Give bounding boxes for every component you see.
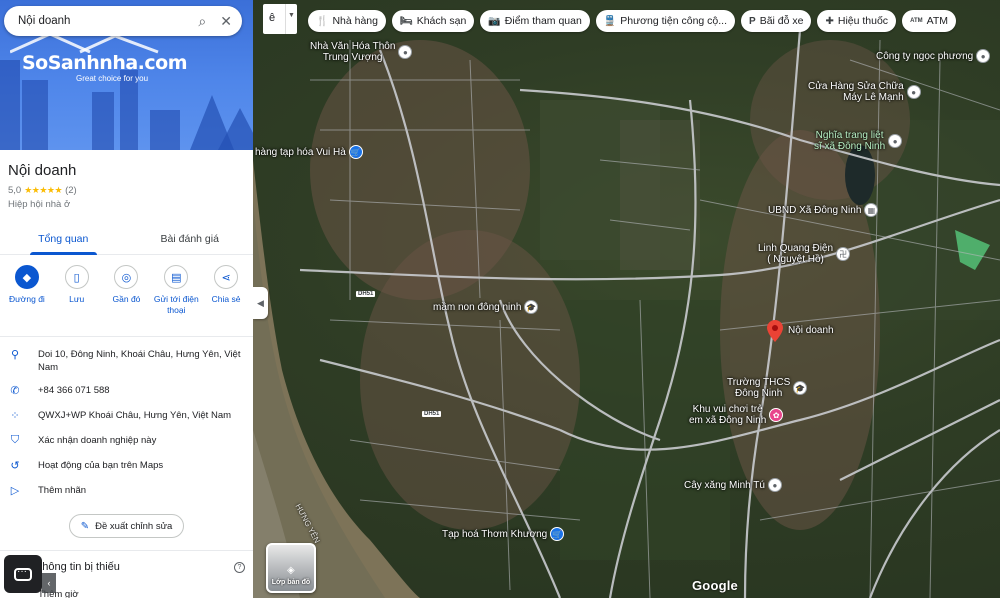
watermark-logo: SoSanhnha.com <box>22 52 188 74</box>
action-buttons: ◆ Đường đi ▯ Lưu ◎ Gần đó ▤ Gửi tới điện… <box>0 255 253 337</box>
poi-truong-thcs[interactable]: Trường THCS Đông Ninh 🎓 <box>727 377 808 399</box>
search-box[interactable]: ⌕ ✕ <box>4 6 242 36</box>
poi-pin-icon: ● <box>767 478 782 492</box>
chat-bubble-icon <box>14 566 32 581</box>
poi-nha-van-hoa[interactable]: Nhà Văn Hóa Thôn Trung Vượng ● <box>310 41 413 63</box>
school-icon: 🎓 <box>524 300 539 314</box>
address-row[interactable]: ⚲ Doi 10, Đông Ninh, Khoái Châu, Hưng Yê… <box>0 343 253 379</box>
government-building-icon: ▦ <box>864 203 879 217</box>
maps-activity-row[interactable]: ↺ Hoạt động của bạn trên Maps <box>0 454 253 479</box>
search-input[interactable] <box>18 15 185 27</box>
poi-cua-hang-sua-chua[interactable]: Cửa Hàng Sửa Chữa Máy Lê Mạnh ● <box>808 81 921 103</box>
search-icon[interactable]: ⌕ <box>198 13 206 30</box>
selected-place-pin[interactable] <box>767 320 783 347</box>
location-pin-icon: ⚲ <box>10 349 20 361</box>
selected-place-label: Nội doanh <box>788 325 834 336</box>
parking-icon: P <box>749 15 756 27</box>
google-logo: Google <box>692 578 738 593</box>
chip-transit[interactable]: 🚆 Phương tiện công cộ... <box>595 10 736 32</box>
plus-code-row[interactable]: ⁘ QWXJ+WP Khoái Châu, Hưng Yên, Việt Nam <box>0 404 253 429</box>
rating-value: 5,0 <box>8 185 22 196</box>
place-panel: SoSanhnha.com Great choice for you ⌕ ✕ N… <box>0 0 253 598</box>
playground-icon: ✿ <box>769 408 784 422</box>
chevron-left-icon[interactable]: ‹ <box>42 573 56 593</box>
verify-business-row[interactable]: ⛉ Xác nhận doanh nghiệp này <box>0 429 253 454</box>
poi-khu-vui-choi[interactable]: Khu vui chơi trẻ em xã Đông Ninh ✿ <box>689 404 784 426</box>
share-button[interactable]: ⋖ Chia sẻ <box>203 265 249 336</box>
close-icon[interactable]: ✕ <box>220 13 232 30</box>
chip-hotel[interactable]: 🛏 Khách sạn <box>392 10 475 32</box>
place-header: Nội doanh 5,0 ★★★★★ (2) Hiệp hội nhà ở <box>0 150 253 210</box>
review-count[interactable]: (2) <box>65 185 77 196</box>
road-label-dh51: DH51 <box>356 291 376 297</box>
poi-pin-icon: ● <box>398 45 413 59</box>
poi-mam-non[interactable]: mầm non đông ninh 🎓 <box>433 300 539 314</box>
poi-tap-hoa-thom-khuong[interactable]: Tạp hoá Thơm Khương 🛒 <box>442 527 565 541</box>
help-icon[interactable]: ? <box>234 561 245 573</box>
suggest-edit-button[interactable]: ✎ Đề xuất chỉnh sửa <box>68 514 185 538</box>
send-to-phone-icon: ▤ <box>164 265 189 289</box>
star-rating-icon: ★★★★★ <box>24 185 63 195</box>
label-icon: ▷ <box>10 485 20 497</box>
chip-parking[interactable]: P Bãi đỗ xe <box>741 10 812 32</box>
watermark-tagline: Great choice for you <box>76 74 149 83</box>
history-icon: ↺ <box>10 460 20 472</box>
road-label-dh51: DH51 <box>422 411 442 417</box>
chip-restaurant[interactable]: 🍴 Nhà hàng <box>308 10 386 32</box>
poi-cay-xang[interactable]: Cây xăng Minh Tú ● <box>684 478 782 492</box>
add-label-row[interactable]: ▷ Thêm nhãn <box>0 479 253 504</box>
share-icon: ⋖ <box>214 265 239 289</box>
shopping-cart-icon: 🛒 <box>348 145 363 159</box>
phone-icon: ✆ <box>10 385 20 397</box>
red-pin-icon <box>767 320 783 342</box>
transit-icon: 🚆 <box>603 15 617 27</box>
chip-attractions[interactable]: 📷 Điểm tham quan <box>480 10 590 32</box>
place-title: Nội doanh <box>8 162 77 179</box>
category-chips: 🍴 Nhà hàng 🛏 Khách sạn 📷 Điểm tham quan … <box>308 10 957 32</box>
send-to-phone-button[interactable]: ▤ Gửi tới điện thoại <box>153 265 199 336</box>
poi-pin-icon: ● <box>888 134 903 148</box>
tab-reviews[interactable]: Bài đánh giá <box>127 224 254 254</box>
place-info: ⚲ Doi 10, Đông Ninh, Khoái Châu, Hưng Yê… <box>0 337 253 504</box>
restaurant-icon: 🍴 <box>316 15 329 27</box>
atm-icon: ATM <box>910 18 923 24</box>
language-button[interactable]: ê ▼ <box>263 4 297 34</box>
shopping-cart-icon: 🛒 <box>550 527 565 541</box>
pencil-icon: ✎ <box>80 520 90 532</box>
place-photo[interactable]: SoSanhnha.com Great choice for you ⌕ ✕ <box>0 0 253 150</box>
pharmacy-icon: ✚ <box>825 15 834 27</box>
bookmark-icon: ▯ <box>64 265 89 289</box>
layers-button[interactable]: ◈ Lớp bản đồ <box>266 543 316 593</box>
poi-tap-hoa-vui-ha[interactable]: hàng tạp hóa Vui Hà 🛒 <box>255 145 363 159</box>
layers-icon: ◈ <box>287 565 295 576</box>
poi-pin-icon: ● <box>976 49 991 63</box>
chip-pharmacy[interactable]: ✚ Hiệu thuốc <box>817 10 897 32</box>
chevron-left-icon: ◀ <box>257 297 264 308</box>
nearby-button[interactable]: ◎ Gần đó <box>103 265 149 336</box>
directions-icon: ◆ <box>14 265 39 289</box>
tab-overview[interactable]: Tổng quan <box>0 224 127 255</box>
chip-atm[interactable]: ATM ATM <box>902 10 957 32</box>
place-tabs: Tổng quan Bài đánh giá <box>0 224 253 255</box>
collapse-panel-button[interactable]: ◀ <box>253 287 268 319</box>
save-button[interactable]: ▯ Lưu <box>54 265 100 336</box>
chat-widget-button[interactable] <box>4 555 42 593</box>
shield-check-icon: ⛉ <box>10 434 20 446</box>
phone-row[interactable]: ✆ +84 366 071 588 <box>0 379 253 404</box>
camera-icon: 📷 <box>488 15 501 27</box>
poi-linh-quang-dien[interactable]: Linh Quang Điện( Nguyệt Hồ) 卍 <box>758 243 851 265</box>
school-icon: 🎓 <box>793 381 808 395</box>
poi-cong-ty[interactable]: Công ty ngọc phương ● <box>876 49 991 63</box>
rating-summary[interactable]: 5,0 ★★★★★ (2) <box>8 185 245 196</box>
chevron-down-icon[interactable]: ▼ <box>285 4 297 34</box>
directions-button[interactable]: ◆ Đường đi <box>4 265 50 336</box>
plus-code-icon: ⁘ <box>10 410 20 422</box>
temple-icon: 卍 <box>836 247 851 261</box>
poi-ubnd[interactable]: UBND Xã Đông Ninh ▦ <box>768 203 879 217</box>
nearby-icon: ◎ <box>114 265 139 289</box>
poi-nghia-trang[interactable]: Nghĩa trang liệt sĩ xã Đông Ninh ● <box>814 130 903 152</box>
poi-pin-icon: ● <box>906 85 921 99</box>
hotel-icon: 🛏 <box>400 15 413 27</box>
place-category[interactable]: Hiệp hội nhà ở <box>8 199 245 210</box>
